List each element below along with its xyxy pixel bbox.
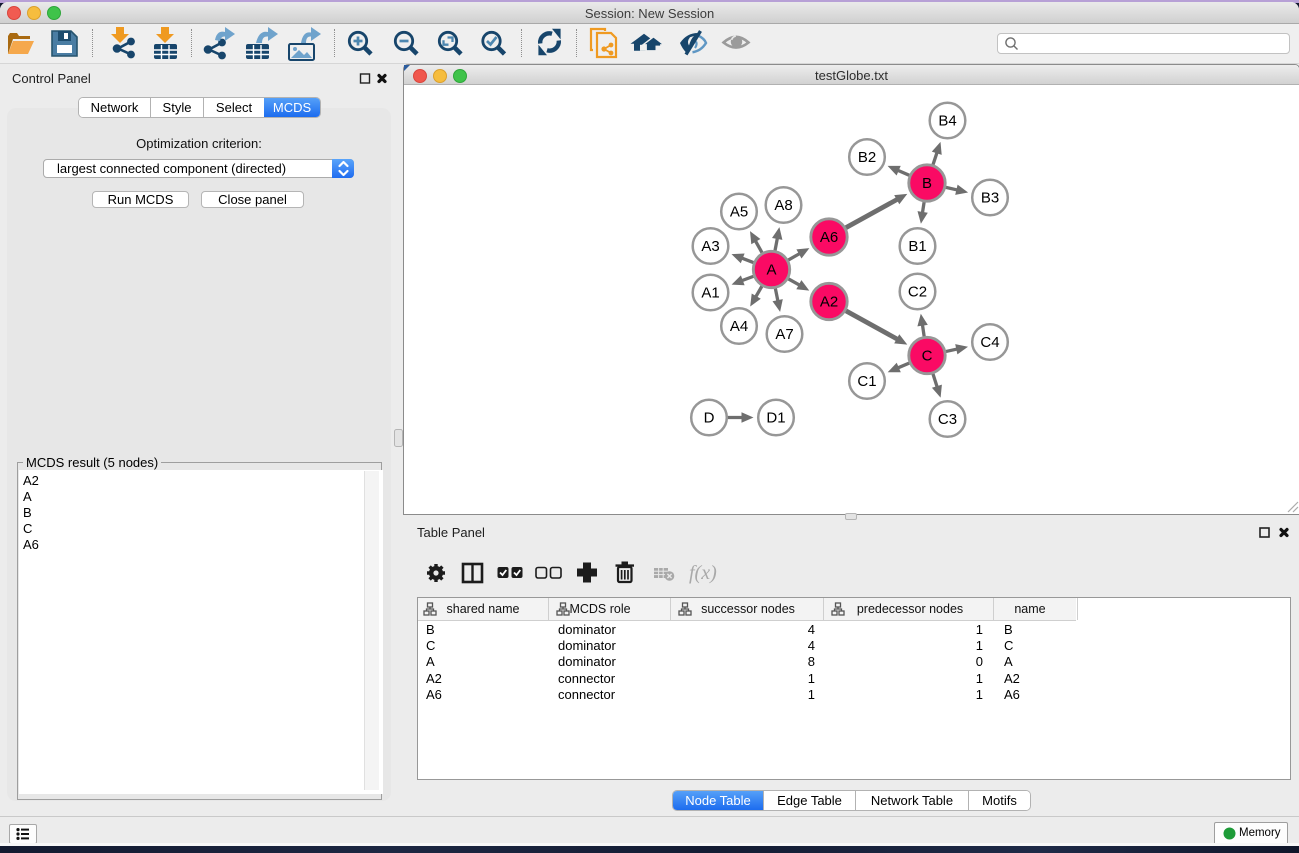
svg-text:C4: C4 [980,334,999,351]
svg-text:A5: A5 [730,204,748,221]
svg-text:C3: C3 [938,411,957,428]
svg-text:A4: A4 [730,318,748,335]
svg-text:f(x): f(x) [689,562,717,584]
svg-text:C2: C2 [908,284,927,301]
svg-text:A8: A8 [774,197,792,214]
svg-text:D1: D1 [766,410,785,427]
svg-text:A6: A6 [820,229,838,246]
svg-text:B: B [922,175,932,192]
svg-text:A7: A7 [775,326,793,343]
svg-text:B2: B2 [858,149,876,166]
svg-text:A: A [766,262,776,279]
svg-text:A3: A3 [701,238,719,255]
svg-text:A2: A2 [820,294,838,311]
svg-text:C1: C1 [857,373,876,390]
svg-text:B1: B1 [908,238,926,255]
svg-text:B3: B3 [981,190,999,207]
svg-text:D: D [704,410,715,427]
svg-text:B4: B4 [938,113,956,130]
svg-text:C: C [922,348,933,365]
svg-text:A1: A1 [701,285,719,302]
